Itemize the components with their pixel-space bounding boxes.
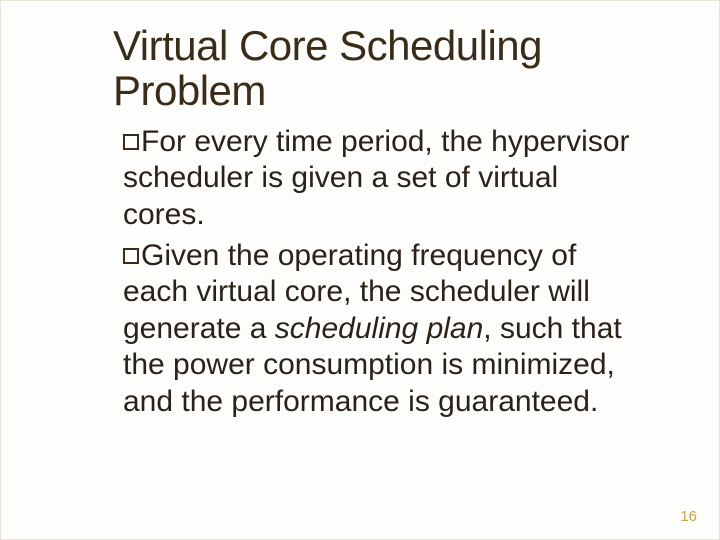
page-number: 16 (680, 508, 697, 525)
square-bullet-icon (123, 134, 139, 150)
slide: Virtual Core Scheduling Problem For ever… (1, 1, 719, 539)
bullet-emphasis: scheduling plan (275, 312, 484, 345)
bullet-text: every time period, the hypervisor schedu… (123, 125, 630, 231)
bullet-lead: Given (141, 239, 219, 272)
slide-body: For every time period, the hypervisor sc… (113, 124, 639, 421)
square-bullet-icon (123, 248, 139, 264)
bullet-item: Given the operating frequency of each vi… (123, 238, 639, 421)
bullet-item: For every time period, the hypervisor sc… (123, 124, 639, 234)
slide-title: Virtual Core Scheduling Problem (113, 23, 639, 114)
bullet-lead: For (141, 125, 186, 158)
